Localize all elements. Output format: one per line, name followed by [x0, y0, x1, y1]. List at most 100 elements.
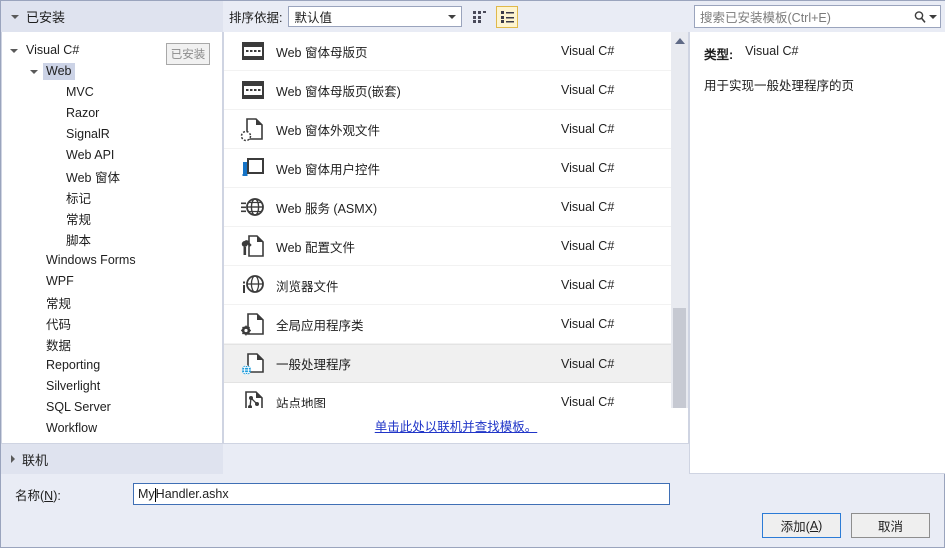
- tree-item-label: Reporting: [46, 358, 101, 372]
- template-list-item[interactable]: 一般处理程序 Visual C#: [224, 344, 671, 383]
- tree-item-label: Visual C#: [26, 43, 80, 57]
- template-type-row: 类型: Visual C#: [704, 44, 931, 63]
- tree-item-2[interactable]: MVC: [2, 82, 222, 103]
- category-tree: Visual C# Web MVC Razor SignalR Web API Web 窗体…: [2, 32, 222, 439]
- sort-by-value: 默认值: [294, 11, 332, 25]
- template-language: Visual C#: [561, 44, 615, 58]
- global-asax-icon: [241, 313, 264, 336]
- add-button[interactable]: 添加(A): [762, 513, 841, 538]
- tree-item-10[interactable]: Windows Forms: [2, 250, 222, 271]
- chevron-down-icon[interactable]: [30, 69, 38, 74]
- template-icon-wrap: [236, 309, 270, 339]
- name-input[interactable]: My Handler.ashx: [133, 483, 670, 505]
- tree-item-3[interactable]: Razor: [2, 103, 222, 124]
- tree-item-12[interactable]: 常规: [2, 292, 222, 313]
- master-page-icon: [242, 42, 264, 60]
- template-list-item[interactable]: Web 窗体外观文件 Visual C#: [224, 110, 671, 149]
- grid-view-button[interactable]: [468, 6, 490, 28]
- tree-item-4[interactable]: SignalR: [2, 124, 222, 145]
- template-list-item[interactable]: Web 窗体母版页 Visual C#: [224, 32, 671, 71]
- template-description: 用于实现一般处理程序的页: [704, 79, 855, 93]
- template-icon-wrap: [236, 192, 270, 222]
- tree-item-label: 脚本: [66, 233, 92, 248]
- tree-item-label: 标记: [66, 191, 92, 206]
- generic-handler-icon: [241, 352, 264, 375]
- template-icon-wrap: [236, 153, 270, 183]
- list-view-button[interactable]: [496, 5, 519, 28]
- online-section-label: 联机: [22, 452, 49, 468]
- cancel-button[interactable]: 取消: [851, 513, 930, 538]
- search-icon: [914, 10, 926, 23]
- chevron-right-icon: [11, 455, 15, 463]
- template-icon-wrap: [236, 270, 270, 300]
- template-name: 全局应用程序类: [276, 318, 364, 333]
- template-language: Visual C#: [561, 83, 615, 97]
- sort-by-dropdown[interactable]: 默认值: [288, 6, 463, 27]
- tree-item-14[interactable]: 数据: [2, 334, 222, 355]
- name-label: 名称(N):: [15, 488, 61, 503]
- template-list-item[interactable]: Web 窗体用户控件 Visual C#: [224, 149, 671, 188]
- tree-item-8[interactable]: 常规: [2, 208, 222, 229]
- tree-item-label: WPF: [46, 274, 74, 288]
- browser-file-icon: [243, 275, 264, 293]
- template-name: 一般处理程序: [276, 358, 352, 372]
- installed-section-label: 已安装: [26, 10, 66, 25]
- tree-item-17[interactable]: SQL Server: [2, 397, 222, 418]
- template-language: Visual C#: [561, 122, 615, 136]
- tree-item-16[interactable]: Silverlight: [2, 376, 222, 397]
- web-service-icon: [241, 198, 264, 216]
- template-name: Web 窗体外观文件: [276, 123, 380, 138]
- template-name: Web 服务 (ASMX): [276, 201, 378, 216]
- scrollbar-thumb[interactable]: [673, 308, 686, 420]
- tree-item-11[interactable]: WPF: [2, 271, 222, 292]
- template-list-item[interactable]: 全局应用程序类 Visual C#: [224, 305, 671, 344]
- online-templates-link-row: 单击此处以联机并查找模板。: [224, 408, 688, 443]
- template-type-label: 类型:: [704, 48, 734, 62]
- installed-section-header[interactable]: 已安装: [1, 1, 223, 32]
- template-list: Web 窗体母版页 Visual C# Web 窗体母版页(嵌套) Visual C#…: [224, 32, 671, 438]
- name-row: 名称(N): My Handler.ashx: [1, 479, 945, 509]
- skin-file-icon: [240, 118, 263, 142]
- template-icon-wrap: [236, 231, 270, 261]
- tree-item-7[interactable]: 标记: [2, 187, 222, 208]
- tree-item-label: 代码: [46, 317, 72, 332]
- tree-item-label: 常规: [46, 296, 72, 311]
- chevron-down-icon[interactable]: [443, 8, 461, 25]
- template-list-item[interactable]: Web 服务 (ASMX) Visual C#: [224, 188, 671, 227]
- template-icon-wrap: [236, 114, 270, 144]
- tree-item-label: Razor: [66, 106, 100, 120]
- find-online-templates-link[interactable]: 单击此处以联机并查找模板。: [375, 416, 538, 435]
- tree-item-6[interactable]: Web 窗体: [2, 166, 222, 187]
- template-language: Visual C#: [561, 278, 615, 292]
- chevron-down-icon[interactable]: [10, 48, 18, 53]
- search-box[interactable]: 搜索已安装模板(Ctrl+E): [694, 5, 941, 28]
- tree-item-13[interactable]: 代码: [2, 313, 222, 334]
- template-name: Web 窗体母版页: [276, 45, 368, 60]
- scroll-up-button[interactable]: [671, 32, 688, 49]
- template-list-item[interactable]: Web 窗体母版页(嵌套) Visual C#: [224, 71, 671, 110]
- chevron-down-icon: [929, 14, 937, 19]
- user-control-icon: [242, 158, 264, 176]
- online-section-header[interactable]: 联机: [1, 444, 223, 474]
- template-list-item[interactable]: Web 配置文件 Visual C#: [224, 227, 671, 266]
- search-input-placeholder[interactable]: 搜索已安装模板(Ctrl+E): [695, 7, 910, 26]
- tree-item-15[interactable]: Reporting: [2, 355, 222, 376]
- tree-item-5[interactable]: Web API: [2, 145, 222, 166]
- tree-item-label: Silverlight: [46, 379, 101, 393]
- tree-item-9[interactable]: 脚本: [2, 229, 222, 250]
- search-icon-group[interactable]: [910, 10, 940, 24]
- dialog-buttons: 添加(A) 取消: [762, 513, 930, 538]
- template-icon-wrap: [236, 36, 270, 66]
- sort-toolbar: 排序依据: 默认值: [223, 1, 689, 32]
- installed-filter-button[interactable]: 已安装: [166, 43, 210, 65]
- template-list-scrollbar[interactable]: [671, 32, 688, 438]
- tree-item-label: SignalR: [66, 127, 110, 141]
- template-list-item[interactable]: 浏览器文件 Visual C#: [224, 266, 671, 305]
- name-input-value-after-caret: Handler.ashx: [155, 487, 229, 501]
- template-name: 浏览器文件: [276, 279, 339, 294]
- grid-view-icon: [472, 11, 486, 23]
- category-tree-panel: 已安装 Visual C# Web MVC Razor SignalR Web API We…: [1, 32, 223, 444]
- template-name: Web 配置文件: [276, 240, 355, 255]
- template-icon-wrap: [236, 75, 270, 105]
- tree-item-18[interactable]: Workflow: [2, 418, 222, 439]
